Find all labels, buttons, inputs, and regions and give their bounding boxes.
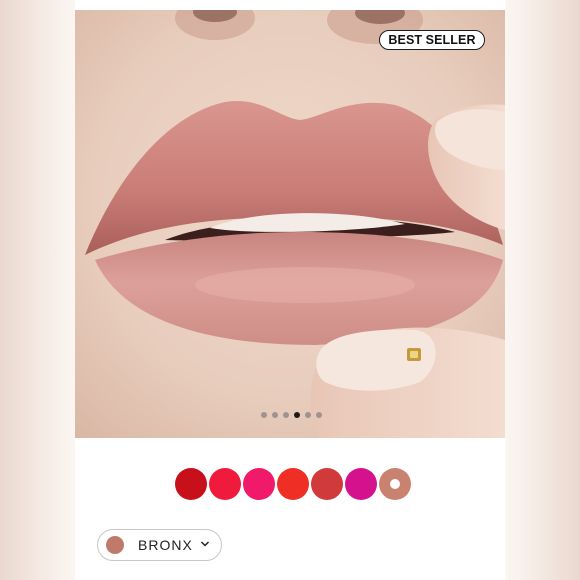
- carousel-dot[interactable]: [305, 412, 311, 418]
- product-hero-image[interactable]: BEST SELLER: [75, 10, 505, 438]
- shade-dropdown[interactable]: BRONX: [97, 529, 222, 561]
- shade-swatch-nude[interactable]: [379, 468, 411, 500]
- selected-shade-label: BRONX: [138, 537, 193, 553]
- shade-swatch-brick[interactable]: [311, 468, 343, 500]
- carousel-dot[interactable]: [261, 412, 267, 418]
- shade-swatch-row: [175, 468, 411, 500]
- carousel-dot[interactable]: [272, 412, 278, 418]
- shade-swatch-magenta[interactable]: [345, 468, 377, 500]
- shade-swatch-bright-red[interactable]: [209, 468, 241, 500]
- shade-swatch-red[interactable]: [175, 468, 207, 500]
- best-seller-badge: BEST SELLER: [379, 30, 485, 50]
- carousel-dot[interactable]: [316, 412, 322, 418]
- lips-photo: [75, 10, 505, 438]
- carousel-dot[interactable]: [283, 412, 289, 418]
- shade-swatch-pink[interactable]: [243, 468, 275, 500]
- shade-swatch-orange-red[interactable]: [277, 468, 309, 500]
- product-card: BEST SELLER BRONX: [75, 0, 505, 580]
- carousel-indicator[interactable]: [261, 412, 322, 418]
- carousel-dot[interactable]: [294, 412, 300, 418]
- selected-shade-chip: [106, 536, 124, 554]
- chevron-down-icon: [200, 541, 210, 547]
